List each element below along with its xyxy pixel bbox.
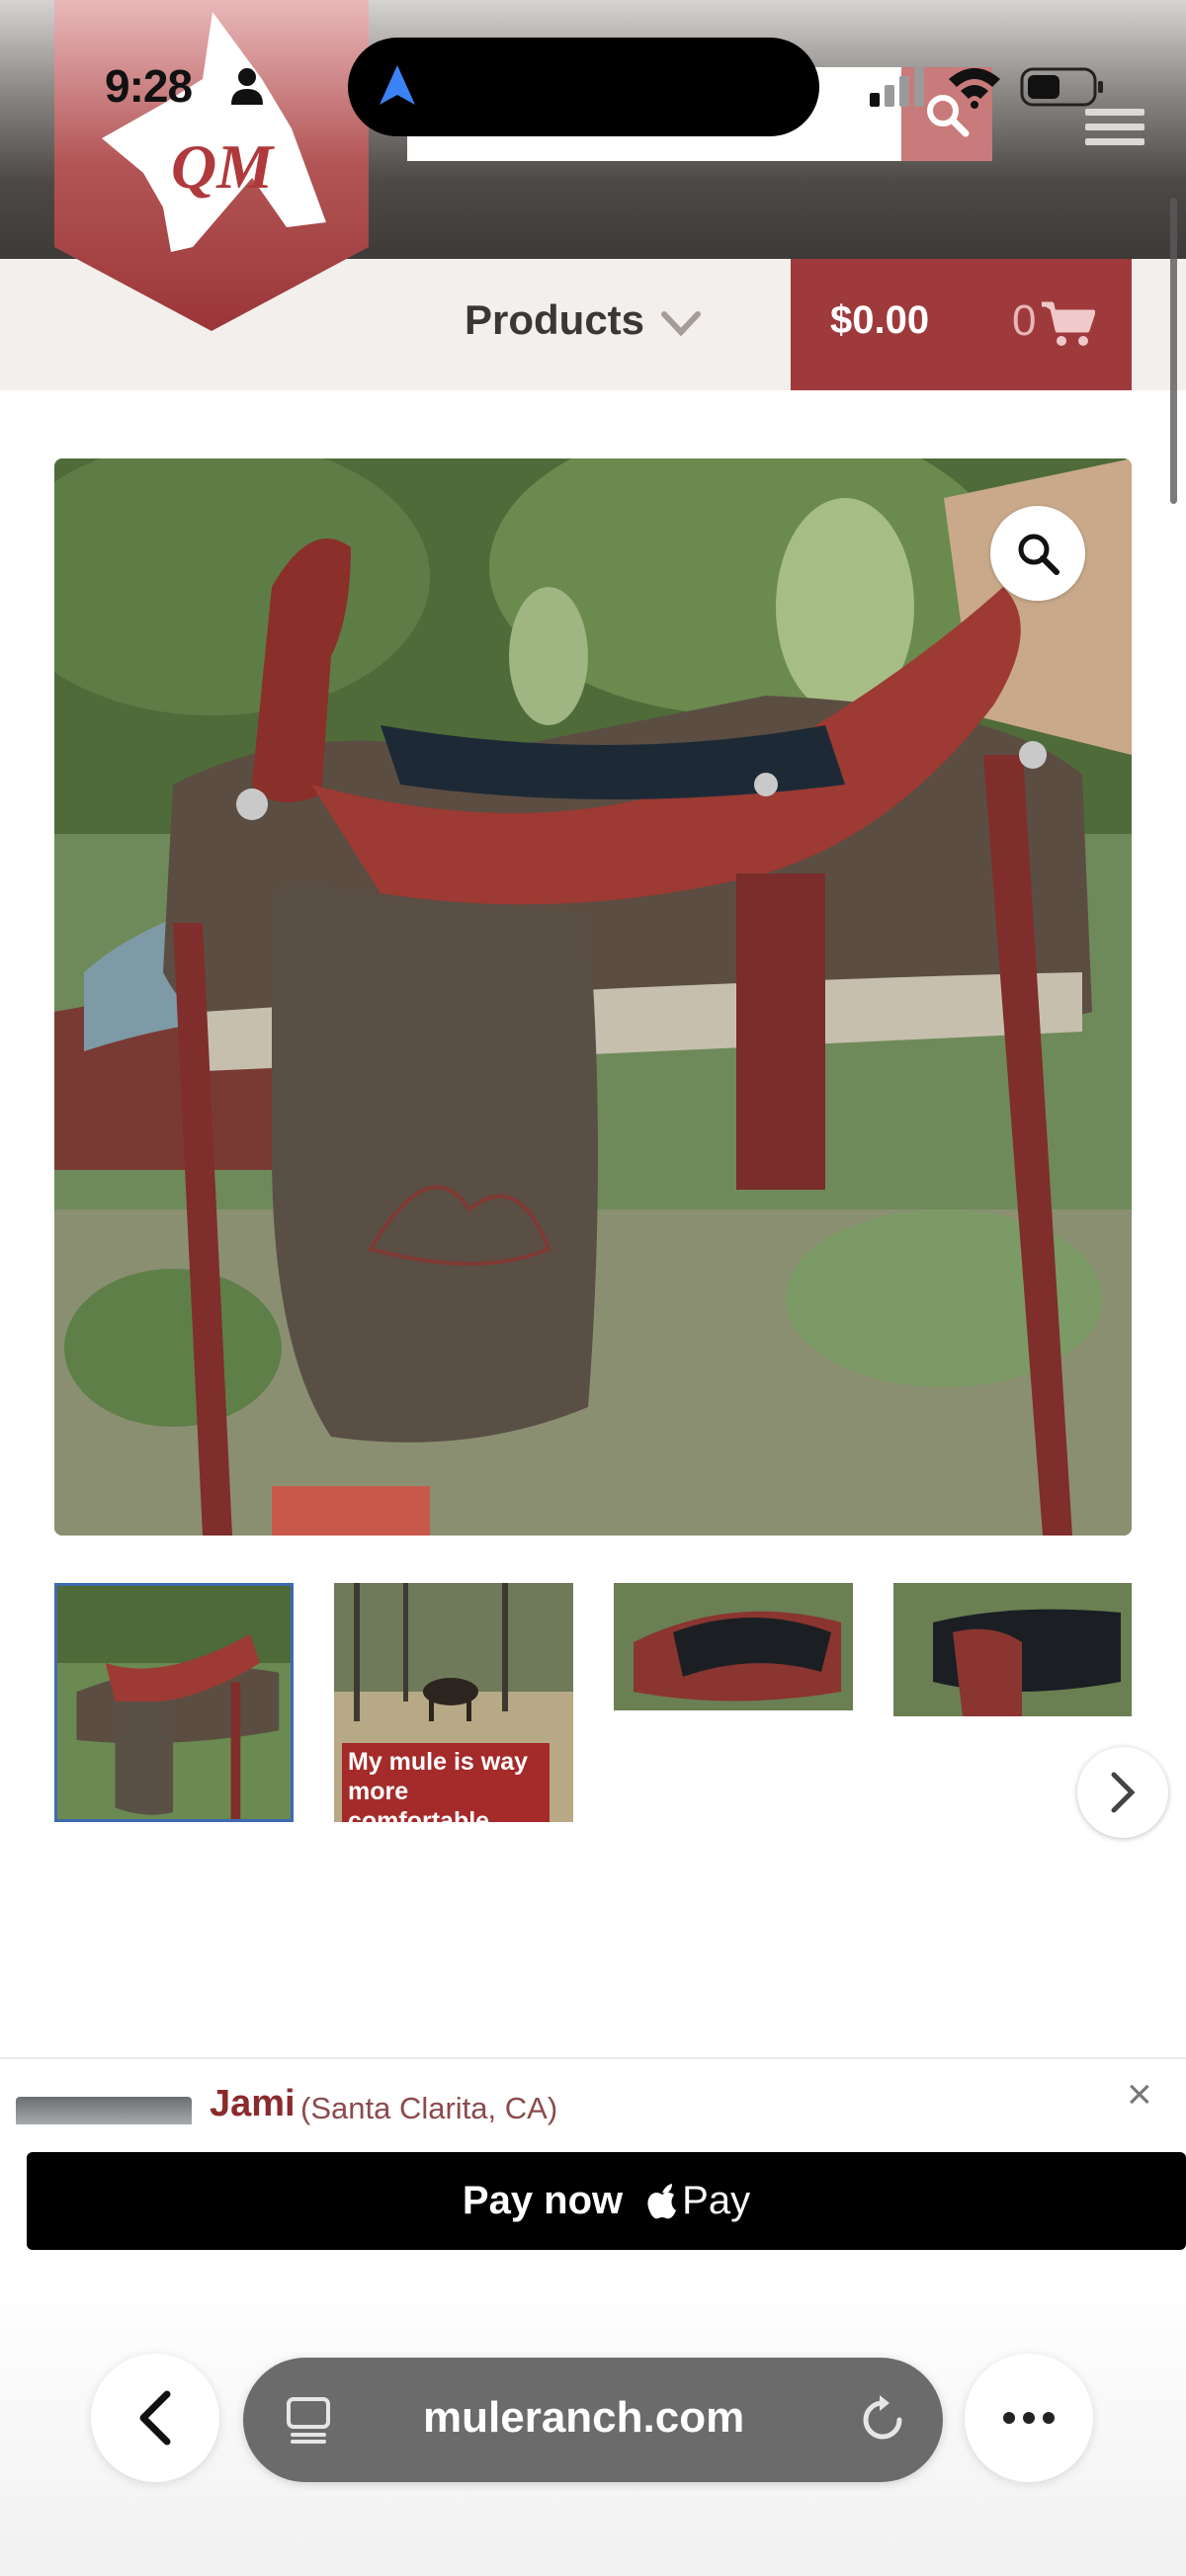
pay-now-label: Pay now xyxy=(462,2179,624,2222)
products-menu[interactable]: Products xyxy=(465,296,644,344)
gallery-thumbnail[interactable]: My mule is way more comfortable with you… xyxy=(334,1583,573,1822)
thumbnail-caption: My mule is way more comfortable with you… xyxy=(342,1743,550,1822)
product-main-image[interactable] xyxy=(54,458,1132,1536)
chevron-left-icon xyxy=(139,2390,171,2446)
zoom-button[interactable] xyxy=(990,506,1085,601)
navigation-arrow-icon xyxy=(380,65,415,105)
reload-icon[interactable] xyxy=(856,2393,909,2447)
reviewer-name: Jami xyxy=(210,2083,296,2124)
more-dot-icon xyxy=(1023,2412,1035,2424)
person-icon xyxy=(231,68,263,105)
wifi-icon xyxy=(949,68,1000,109)
cart-icon xyxy=(1042,301,1095,346)
svg-text:QM: QM xyxy=(171,131,275,202)
pay-now-button[interactable]: Pay now Pay xyxy=(27,2152,1186,2250)
apple-logo-icon xyxy=(647,2183,677,2218)
battery-icon xyxy=(1020,67,1103,107)
chevron-down-icon[interactable] xyxy=(660,308,702,338)
gallery-thumbnail[interactable] xyxy=(54,1583,294,1822)
cart-count: 0 xyxy=(1012,296,1037,345)
gallery-thumbnail[interactable] xyxy=(893,1583,1132,1716)
apple-pay-mark: Pay xyxy=(646,2179,750,2223)
tabs-icon[interactable] xyxy=(285,2395,332,2445)
page-scrollbar[interactable] xyxy=(1170,198,1177,504)
url-text[interactable]: muleranch.com xyxy=(423,2393,744,2443)
menu-hamburger-icon[interactable] xyxy=(1085,109,1144,148)
apple-pay-label: Pay xyxy=(682,2179,751,2222)
back-button[interactable] xyxy=(91,2354,219,2482)
cart-total: $0.00 xyxy=(830,298,930,342)
thumbnail-image xyxy=(57,1586,291,1819)
dynamic-island xyxy=(348,38,819,136)
more-options-button[interactable] xyxy=(965,2354,1093,2482)
gallery-next-button[interactable] xyxy=(1077,1747,1168,1838)
thumbnail-image xyxy=(893,1583,1132,1716)
qm-logo[interactable]: QM xyxy=(54,0,369,331)
status-time: 9:28 xyxy=(105,60,193,112)
close-icon[interactable]: × xyxy=(1127,2073,1152,2117)
gallery-thumbnail[interactable] xyxy=(614,1583,853,1710)
zoom-icon xyxy=(1018,534,1059,575)
chevron-right-icon xyxy=(1111,1772,1136,1813)
more-dot-icon xyxy=(1043,2412,1055,2424)
cellular-signal-icon xyxy=(870,67,924,107)
thumbnail-image xyxy=(614,1583,853,1710)
reviewer-location: (Santa Clarita, CA) xyxy=(300,2091,558,2125)
more-dot-icon xyxy=(1003,2412,1015,2424)
review-thumbnail xyxy=(16,2097,192,2124)
